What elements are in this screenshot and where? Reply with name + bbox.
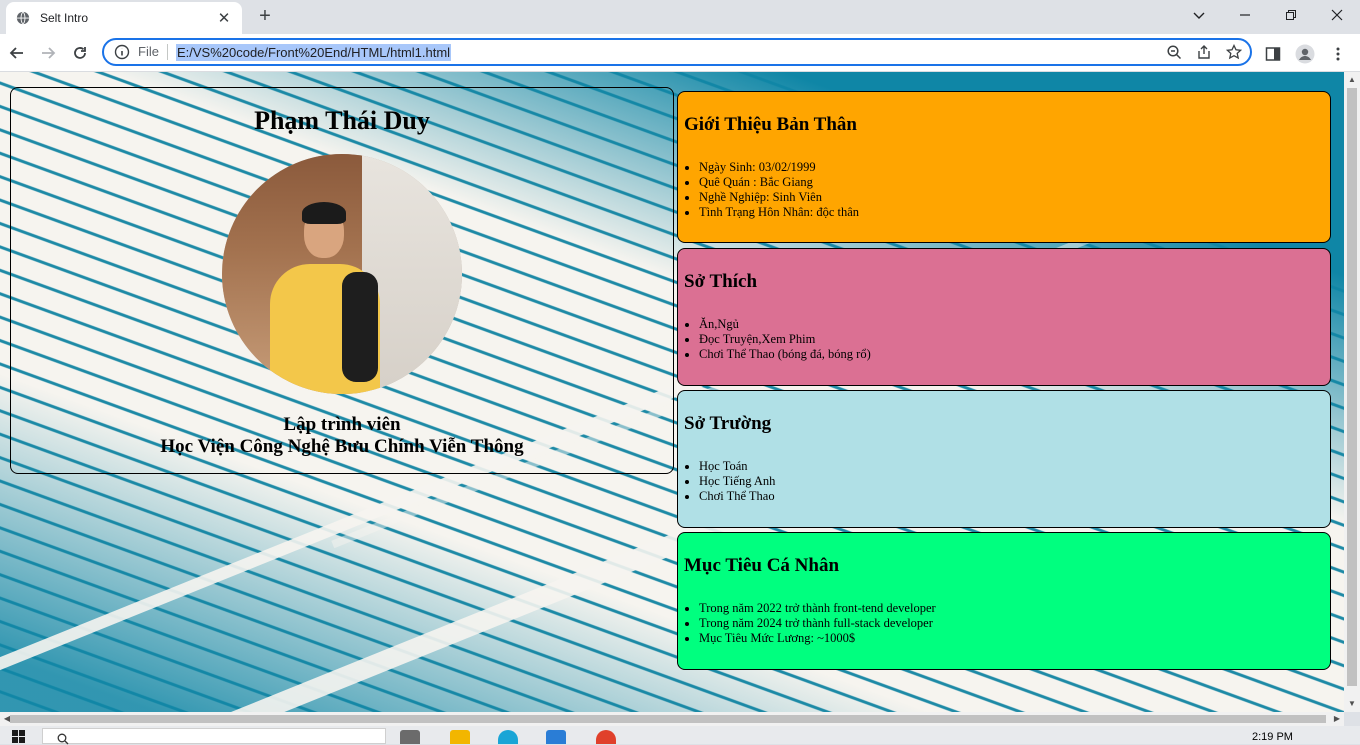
reload-button[interactable] [67, 40, 93, 66]
profile-name: Phạm Thái Duy [254, 106, 430, 135]
section-list: Học Toán Học Tiếng Anh Chơi Thể Thao [684, 459, 1324, 504]
minimize-button[interactable] [1222, 0, 1268, 30]
profile-school: Học Viện Công Nghệ Bưu Chính Viễn Thông [160, 436, 524, 457]
globe-icon [16, 11, 30, 25]
close-tab-icon[interactable]: ✕ [216, 9, 232, 27]
tab-self-intro[interactable]: Selt Intro ✕ [6, 2, 242, 34]
profile-card: Phạm Thái Duy Lập trình viên Học Viện Cô… [10, 87, 674, 474]
list-item: Học Tiếng Anh [699, 474, 1324, 489]
url-text[interactable]: E:/VS%20code/Front%20End/HTML/html1.html [175, 43, 452, 61]
profile-button[interactable] [1293, 42, 1317, 66]
list-item: Ngày Sinh: 03/02/1999 [699, 160, 1324, 175]
edge-icon[interactable] [498, 730, 518, 744]
section-list: Ngày Sinh: 03/02/1999 Quê Quán : Bắc Gia… [684, 160, 1324, 220]
chevron-down-icon [1193, 12, 1205, 19]
list-item: Chơi Thể Thao (bóng đá, bóng rổ) [699, 347, 1324, 362]
share-icon[interactable] [1196, 44, 1212, 60]
scroll-up-icon[interactable]: ▲ [1345, 73, 1359, 87]
list-item: Tình Trạng Hôn Nhân: độc thân [699, 205, 1324, 220]
list-item: Chơi Thể Thao [699, 489, 1324, 504]
profile-photo [222, 154, 462, 394]
avatar-icon [1295, 44, 1315, 64]
list-item: Ăn,Ngủ [699, 317, 1324, 332]
list-item: Đọc Truyện,Xem Phim [699, 332, 1324, 347]
section-list: Ăn,Ngủ Đọc Truyện,Xem Phim Chơi Thể Thao… [684, 317, 1324, 362]
section-title: Sở Thích [684, 271, 758, 292]
chrome-icon[interactable] [596, 730, 616, 744]
section-hobbies: Sở Thích Ăn,Ngủ Đọc Truyện,Xem Phim Chơi… [677, 248, 1331, 386]
file-explorer-icon[interactable] [450, 730, 470, 744]
restore-button[interactable] [1268, 0, 1314, 30]
close-icon [1331, 9, 1343, 21]
minimize-icon [1240, 14, 1250, 16]
taskbar-clock[interactable]: 2:19 PM [1252, 731, 1293, 743]
scroll-right-icon[interactable]: ▶ [1330, 712, 1344, 726]
taskbar: 2:19 PM [0, 726, 1360, 745]
profile-role: Lập trình viên [283, 414, 401, 435]
side-panel-button[interactable] [1261, 42, 1285, 66]
section-goals: Mục Tiêu Cá Nhân Trong năm 2022 trở thàn… [677, 532, 1331, 670]
tab-title: Selt Intro [40, 11, 89, 25]
list-item: Trong năm 2024 trở thành full-stack deve… [699, 616, 1324, 631]
section-list: Trong năm 2022 trở thành front-tend deve… [684, 601, 1324, 646]
list-item: Trong năm 2022 trở thành front-tend deve… [699, 601, 1324, 616]
task-view-icon[interactable] [400, 730, 420, 744]
scheme-label: File [138, 44, 168, 60]
section-intro: Giới Thiệu Bản Thân Ngày Sinh: 03/02/199… [677, 91, 1331, 243]
taskbar-search-box[interactable] [42, 728, 386, 745]
section-title: Mục Tiêu Cá Nhân [684, 555, 840, 576]
zoom-icon[interactable] [1166, 44, 1182, 60]
arrow-left-icon [9, 47, 23, 59]
tab-strip: Selt Intro ✕ + [0, 0, 1360, 34]
windows-start-icon[interactable] [12, 730, 26, 744]
bookmark-star-icon[interactable] [1226, 44, 1242, 60]
address-bar[interactable]: File E:/VS%20code/Front%20End/HTML/html1… [102, 38, 1252, 66]
scroll-down-icon[interactable]: ▼ [1345, 697, 1359, 711]
forward-button[interactable] [35, 40, 61, 66]
more-vert-icon [1336, 47, 1340, 61]
restore-icon [1286, 10, 1296, 20]
list-item: Học Toán [699, 459, 1324, 474]
arrow-right-icon [42, 47, 56, 59]
new-tab-button[interactable]: + [254, 4, 276, 28]
section-title: Sở Trường [684, 413, 772, 434]
vertical-scrollbar[interactable]: ▲ ▼ [1344, 72, 1360, 712]
page-viewport: Phạm Thái Duy Lập trình viên Học Viện Cô… [0, 72, 1344, 712]
browser-toolbar: File E:/VS%20code/Front%20End/HTML/html1… [0, 34, 1360, 72]
list-item: Nghề Nghiệp: Sinh Viên [699, 190, 1324, 205]
section-strengths: Sở Trường Học Toán Học Tiếng Anh Chơi Th… [677, 390, 1331, 528]
side-panel-icon [1265, 47, 1281, 61]
search-icon [57, 733, 69, 745]
list-item: Mục Tiêu Mức Lương: ~1000$ [699, 631, 1324, 646]
list-item: Quê Quán : Bắc Giang [699, 175, 1324, 190]
scroll-thumb[interactable] [10, 715, 1326, 723]
close-window-button[interactable] [1314, 0, 1360, 30]
back-button[interactable] [4, 40, 30, 66]
reload-icon [74, 47, 86, 59]
scroll-thumb[interactable] [1347, 88, 1357, 686]
tab-search-button[interactable] [1176, 0, 1222, 30]
menu-button[interactable] [1326, 42, 1350, 66]
info-icon[interactable] [114, 44, 130, 60]
section-title: Giới Thiệu Bản Thân [684, 114, 857, 135]
vscode-icon[interactable] [546, 730, 566, 744]
horizontal-scrollbar[interactable]: ◀ ▶ [0, 712, 1344, 726]
